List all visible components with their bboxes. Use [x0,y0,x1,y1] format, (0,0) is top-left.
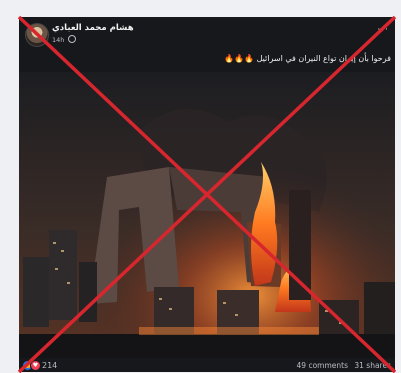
shares-count[interactable]: 31 shares [354,361,391,370]
engagement-counts: 49 comments 31 shares [293,361,391,370]
post-time[interactable]: 14h [52,36,64,44]
author-name[interactable]: هشام محمد العبادي [52,23,134,33]
post-header: هشام محمد العبادي 14h ··· [19,17,395,49]
love-icon: ♥ [30,360,41,371]
reactions-summary[interactable]: 👍 ♥ 214 [23,360,57,371]
facebook-post-card: هشام محمد العبادي 14h ··· فرحوا بأن إيرا… [19,17,395,372]
globe-icon [68,35,77,43]
post-photo[interactable] [19,72,395,358]
post-meta: 14h [52,35,77,44]
reaction-count: 214 [42,361,58,370]
post-caption: فرحوا بأن إيران تواع النيران في اسرائيل … [224,54,391,63]
more-icon[interactable]: ··· [377,25,389,35]
fire-scene-image [19,72,395,358]
author-avatar[interactable] [25,23,49,47]
post-footer: 👍 ♥ 214 49 comments 31 shares [19,358,395,372]
comments-count[interactable]: 49 comments [297,361,348,370]
